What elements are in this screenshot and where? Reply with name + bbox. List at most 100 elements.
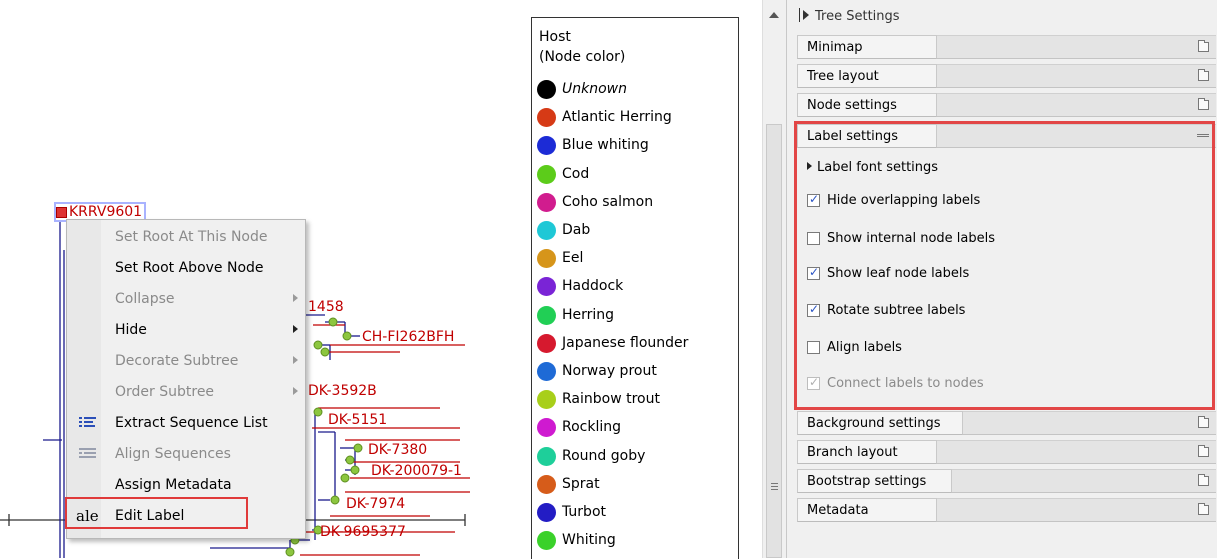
legend-color-dot-icon [537, 390, 556, 409]
leaf-label[interactable]: DK-7974 [346, 496, 405, 512]
legend-entry: Rainbow trout [537, 390, 737, 410]
checkbox[interactable] [807, 341, 820, 354]
checkbox-label: Show leaf node labels [827, 266, 970, 281]
legend-entry-label: Rainbow trout [562, 391, 660, 407]
submenu-arrow-icon [293, 325, 298, 333]
section-node-settings[interactable]: Node settings [797, 93, 1216, 118]
menu-item-set-root-at-node[interactable]: Set Root At This Node [67, 222, 305, 253]
menu-item-decorate-subtree[interactable]: Decorate Subtree [67, 346, 305, 377]
section-label: Minimap [807, 40, 863, 55]
scroll-up-arrow-icon[interactable] [769, 12, 779, 18]
legend-entry-label: Eel [562, 250, 584, 266]
expand-section-icon[interactable] [1198, 416, 1209, 428]
label-font-settings[interactable]: Label font settings [807, 160, 938, 175]
section-bootstrap-settings[interactable]: Bootstrap settings [797, 469, 1216, 494]
tree-settings-header[interactable]: Tree Settings [799, 8, 900, 24]
legend-color-dot-icon [537, 475, 556, 494]
section-background-settings[interactable]: Background settings [797, 411, 1216, 436]
legend-title-line2: (Node color) [539, 49, 626, 65]
section-label: Tree layout [807, 69, 879, 84]
checkbox[interactable] [807, 375, 820, 390]
legend-entry: Japanese flounder [537, 334, 737, 354]
leaf-label[interactable]: DK-7380 [368, 442, 427, 458]
align-sequences-icon [79, 446, 97, 462]
legend-entry-label: Whiting [562, 532, 616, 548]
legend-entry-label: Japanese flounder [562, 335, 689, 351]
leaf-label[interactable]: DK-5151 [328, 412, 387, 428]
menu-item-align-sequences[interactable]: Align Sequences [67, 439, 305, 470]
legend-entry: Whiting [537, 531, 737, 551]
legend-entry: Coho salmon [537, 193, 737, 213]
section-metadata[interactable]: Metadata [797, 498, 1216, 523]
edit-label-highlight [65, 497, 248, 529]
legend-title-line1: Host [539, 29, 571, 45]
menu-item-hide[interactable]: Hide [67, 315, 305, 346]
sequence-list-icon [79, 415, 97, 431]
legend-color-dot-icon [537, 531, 556, 550]
checkbox-label: Align labels [827, 340, 902, 355]
node-color-legend: Host (Node color) Unknown Atlantic Herrin… [531, 17, 739, 559]
legend-entry: Round goby [537, 447, 737, 467]
checkbox-label: Connect labels to nodes [827, 376, 984, 391]
legend-color-dot-icon [537, 277, 556, 296]
menu-item-extract-sequence-list[interactable]: Extract Sequence List [67, 408, 305, 439]
legend-entry-label: Coho salmon [562, 194, 654, 210]
leaf-label[interactable]: DK-3592B [308, 383, 377, 399]
checkbox[interactable] [807, 232, 820, 245]
expand-section-icon[interactable] [1198, 503, 1209, 515]
checkbox[interactable] [807, 265, 820, 280]
legend-entry: Eel [537, 249, 737, 269]
menu-item-collapse[interactable]: Collapse [67, 284, 305, 315]
expand-section-icon[interactable] [1198, 69, 1209, 81]
expand-section-icon[interactable] [1198, 40, 1209, 52]
context-menu: Set Root At This Node Set Root Above Nod… [66, 219, 306, 539]
vertical-scrollbar[interactable] [762, 0, 787, 558]
menu-item-label: Decorate Subtree [115, 353, 239, 369]
scrollbar-thumb[interactable] [766, 124, 782, 558]
menu-item-label: Set Root At This Node [115, 229, 268, 245]
legend-entry-label: Blue whiting [562, 137, 649, 153]
section-label: Node settings [807, 98, 897, 113]
legend-entry-label: Turbot [562, 504, 606, 520]
menu-item-order-subtree[interactable]: Order Subtree [67, 377, 305, 408]
checkbox[interactable] [807, 302, 820, 317]
legend-color-dot-icon [537, 418, 556, 437]
legend-entry-label: Dab [562, 222, 591, 238]
menu-item-label: Set Root Above Node [115, 260, 264, 276]
legend-color-dot-icon [537, 306, 556, 325]
legend-color-dot-icon [537, 80, 556, 99]
expand-section-icon[interactable] [1198, 445, 1209, 457]
legend-entry: Unknown [537, 80, 737, 100]
leaf-label[interactable]: DK-200079-1 [371, 463, 462, 479]
section-minimap[interactable]: Minimap [797, 35, 1216, 60]
legend-entry-label: Haddock [562, 278, 624, 294]
leaf-label[interactable]: 1458 [308, 299, 344, 315]
section-label-settings[interactable]: Label settings [797, 124, 1216, 149]
legend-entry-label: Rockling [562, 419, 622, 435]
submenu-arrow-icon [293, 387, 298, 395]
legend-entry: Dab [537, 221, 737, 241]
expand-section-icon[interactable] [1198, 98, 1209, 110]
checkbox[interactable] [807, 192, 820, 207]
root-node-label[interactable]: KRRV9601 [53, 202, 147, 222]
leaf-label[interactable]: CH-FI262BFH [362, 329, 454, 345]
legend-color-dot-icon [537, 447, 556, 466]
legend-entry: Blue whiting [537, 136, 737, 156]
legend-entry: Herring [537, 306, 737, 326]
label-font-settings-label: Label font settings [817, 160, 939, 175]
expand-section-icon[interactable] [1198, 474, 1209, 486]
legend-entry-label: Unknown [562, 81, 627, 97]
section-tree-layout[interactable]: Tree layout [797, 64, 1216, 89]
collapse-section-icon[interactable] [1197, 134, 1209, 137]
legend-entry-label: Sprat [562, 476, 600, 492]
legend-color-dot-icon [537, 334, 556, 353]
section-label: Label settings [807, 129, 899, 144]
leaf-label[interactable]: DK-9695377 [320, 524, 406, 540]
checkbox-label: Hide overlapping labels [827, 193, 981, 208]
legend-entry-label: Norway prout [562, 363, 657, 379]
header-divider [799, 8, 800, 22]
menu-item-set-root-above-node[interactable]: Set Root Above Node [67, 253, 305, 284]
section-branch-layout[interactable]: Branch layout [797, 440, 1216, 465]
legend-color-dot-icon [537, 193, 556, 212]
legend-color-dot-icon [537, 136, 556, 155]
